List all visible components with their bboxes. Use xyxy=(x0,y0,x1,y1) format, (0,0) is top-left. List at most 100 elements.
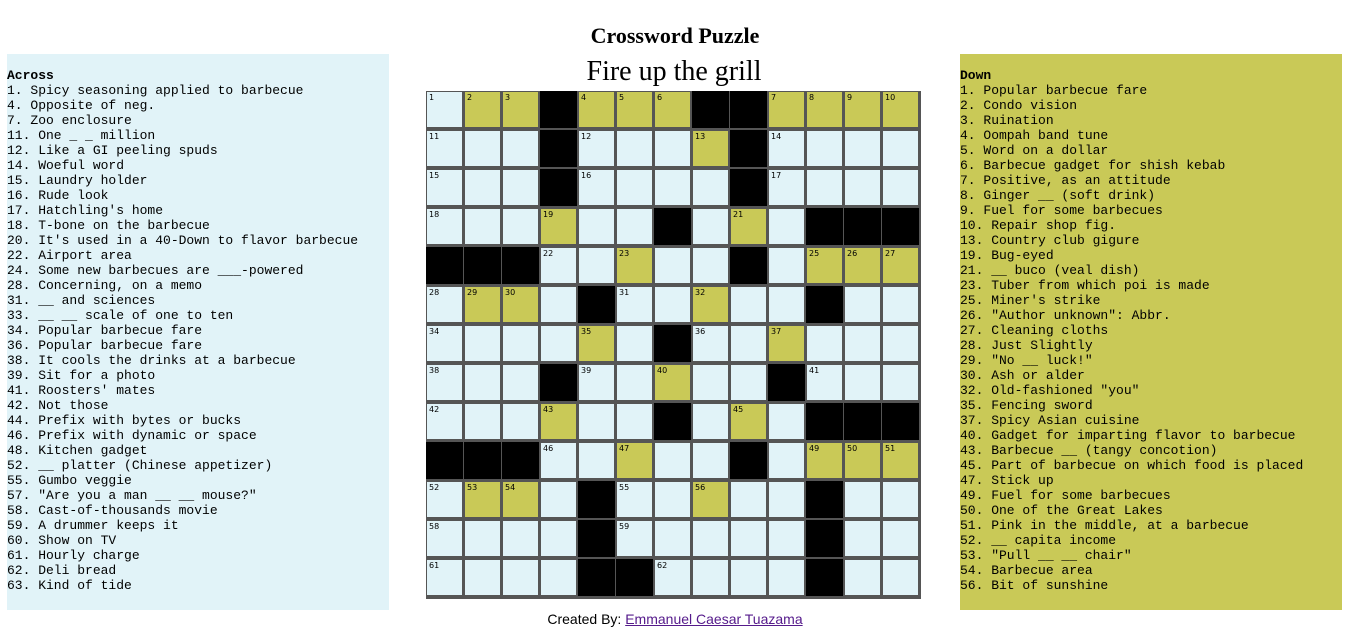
grid-cell[interactable] xyxy=(768,520,805,557)
grid-cell[interactable]: 26 xyxy=(844,247,881,284)
grid-cell[interactable]: 41 xyxy=(806,364,843,401)
grid-cell[interactable] xyxy=(616,403,653,440)
grid-cell[interactable]: 43 xyxy=(540,403,577,440)
grid-cell[interactable] xyxy=(882,520,919,557)
grid-cell[interactable]: 21 xyxy=(730,208,767,245)
grid-cell[interactable] xyxy=(882,325,919,362)
grid-cell[interactable] xyxy=(654,169,691,206)
grid-cell[interactable] xyxy=(768,442,805,479)
grid-cell[interactable] xyxy=(654,481,691,518)
grid-cell[interactable] xyxy=(730,364,767,401)
grid-cell[interactable] xyxy=(616,364,653,401)
grid-cell[interactable] xyxy=(654,442,691,479)
grid-cell[interactable] xyxy=(882,169,919,206)
grid-cell[interactable] xyxy=(502,403,539,440)
grid-cell[interactable]: 37 xyxy=(768,325,805,362)
grid-cell[interactable] xyxy=(540,559,577,596)
grid-cell[interactable]: 1 xyxy=(426,91,463,128)
grid-cell[interactable] xyxy=(730,559,767,596)
grid-cell[interactable] xyxy=(464,520,501,557)
grid-cell[interactable] xyxy=(464,169,501,206)
grid-cell[interactable] xyxy=(882,130,919,167)
grid-cell[interactable] xyxy=(578,208,615,245)
grid-cell[interactable] xyxy=(502,169,539,206)
grid-cell[interactable] xyxy=(502,559,539,596)
grid-cell[interactable] xyxy=(464,130,501,167)
grid-cell[interactable] xyxy=(578,442,615,479)
grid-cell[interactable] xyxy=(730,325,767,362)
grid-cell[interactable] xyxy=(616,208,653,245)
grid-cell[interactable]: 4 xyxy=(578,91,615,128)
grid-cell[interactable]: 52 xyxy=(426,481,463,518)
grid-cell[interactable]: 51 xyxy=(882,442,919,479)
grid-cell[interactable]: 8 xyxy=(806,91,843,128)
grid-cell[interactable]: 13 xyxy=(692,130,729,167)
grid-cell[interactable] xyxy=(692,403,729,440)
grid-cell[interactable] xyxy=(692,247,729,284)
grid-cell[interactable] xyxy=(464,364,501,401)
grid-cell[interactable] xyxy=(730,520,767,557)
grid-cell[interactable]: 27 xyxy=(882,247,919,284)
grid-cell[interactable]: 53 xyxy=(464,481,501,518)
grid-cell[interactable]: 9 xyxy=(844,91,881,128)
grid-cell[interactable]: 3 xyxy=(502,91,539,128)
grid-cell[interactable] xyxy=(502,130,539,167)
grid-cell[interactable] xyxy=(502,208,539,245)
grid-cell[interactable]: 34 xyxy=(426,325,463,362)
grid-cell[interactable]: 50 xyxy=(844,442,881,479)
grid-cell[interactable]: 32 xyxy=(692,286,729,323)
grid-cell[interactable]: 62 xyxy=(654,559,691,596)
grid-cell[interactable]: 11 xyxy=(426,130,463,167)
grid-cell[interactable] xyxy=(616,325,653,362)
grid-cell[interactable] xyxy=(768,208,805,245)
grid-cell[interactable]: 38 xyxy=(426,364,463,401)
grid-cell[interactable] xyxy=(806,169,843,206)
grid-cell[interactable] xyxy=(692,208,729,245)
grid-cell[interactable]: 49 xyxy=(806,442,843,479)
grid-cell[interactable] xyxy=(730,481,767,518)
grid-cell[interactable]: 18 xyxy=(426,208,463,245)
grid-cell[interactable]: 42 xyxy=(426,403,463,440)
grid-cell[interactable] xyxy=(540,481,577,518)
grid-cell[interactable]: 55 xyxy=(616,481,653,518)
grid-cell[interactable]: 46 xyxy=(540,442,577,479)
grid-cell[interactable]: 19 xyxy=(540,208,577,245)
grid-cell[interactable] xyxy=(692,169,729,206)
grid-cell[interactable] xyxy=(654,286,691,323)
grid-cell[interactable] xyxy=(806,325,843,362)
grid-cell[interactable]: 39 xyxy=(578,364,615,401)
grid-cell[interactable] xyxy=(882,364,919,401)
grid-cell[interactable] xyxy=(654,247,691,284)
grid-cell[interactable] xyxy=(692,442,729,479)
grid-cell[interactable]: 16 xyxy=(578,169,615,206)
grid-cell[interactable] xyxy=(806,130,843,167)
grid-cell[interactable] xyxy=(844,286,881,323)
grid-cell[interactable]: 61 xyxy=(426,559,463,596)
grid-cell[interactable] xyxy=(768,481,805,518)
grid-cell[interactable] xyxy=(464,325,501,362)
grid-cell[interactable]: 29 xyxy=(464,286,501,323)
grid-cell[interactable] xyxy=(768,403,805,440)
grid-cell[interactable]: 35 xyxy=(578,325,615,362)
grid-cell[interactable] xyxy=(768,286,805,323)
grid-cell[interactable] xyxy=(882,559,919,596)
grid-cell[interactable] xyxy=(616,130,653,167)
grid-cell[interactable]: 59 xyxy=(616,520,653,557)
grid-cell[interactable] xyxy=(502,520,539,557)
grid-cell[interactable]: 54 xyxy=(502,481,539,518)
grid-cell[interactable] xyxy=(692,364,729,401)
grid-cell[interactable] xyxy=(540,286,577,323)
grid-cell[interactable] xyxy=(578,403,615,440)
grid-cell[interactable]: 25 xyxy=(806,247,843,284)
grid-cell[interactable] xyxy=(844,325,881,362)
grid-cell[interactable] xyxy=(844,559,881,596)
grid-cell[interactable] xyxy=(768,247,805,284)
grid-cell[interactable]: 23 xyxy=(616,247,653,284)
grid-cell[interactable] xyxy=(844,364,881,401)
grid-cell[interactable] xyxy=(578,247,615,284)
grid-cell[interactable] xyxy=(464,208,501,245)
grid-cell[interactable] xyxy=(654,130,691,167)
grid-cell[interactable] xyxy=(540,520,577,557)
grid-cell[interactable]: 36 xyxy=(692,325,729,362)
grid-cell[interactable] xyxy=(692,520,729,557)
